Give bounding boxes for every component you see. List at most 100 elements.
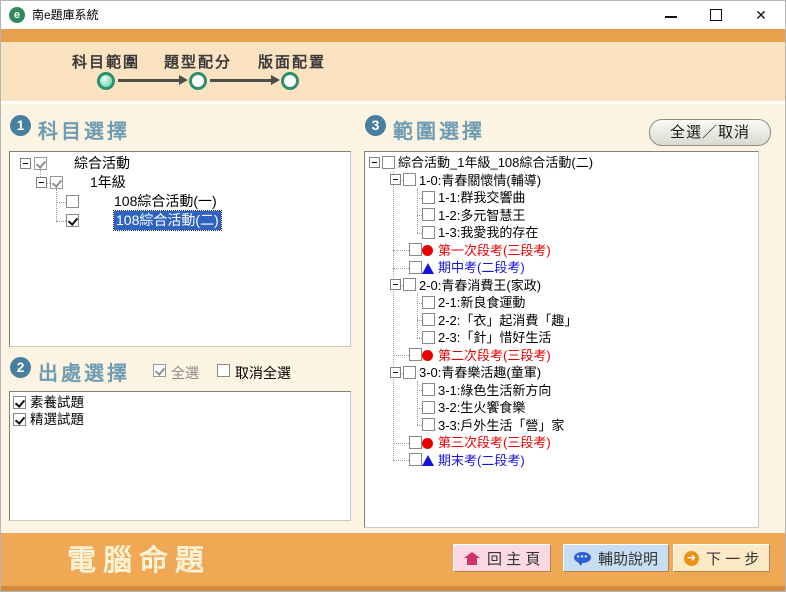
tree-row[interactable]: 綜合活動: [10, 154, 350, 173]
select-all-checkbox[interactable]: [153, 364, 166, 377]
list-item-label[interactable]: 素養試題: [30, 394, 84, 411]
tree-row[interactable]: 1-2:多元智慧王: [365, 207, 758, 225]
tree-checkbox[interactable]: [409, 436, 422, 449]
tree-item-label[interactable]: 1-0:青春關懷情(輔導): [419, 172, 541, 190]
expand-minus-box[interactable]: [390, 174, 401, 185]
tree-item-label[interactable]: 2-3:「針」惜好生活: [438, 329, 551, 347]
tree-item-label[interactable]: 3-2:生火饗食樂: [438, 399, 525, 417]
footer-bar: 電腦命題 回 主 頁 ••• 輔助說明 ➜ 下 一 步: [1, 533, 785, 586]
tree-item-label[interactable]: 108綜合活動(一): [114, 192, 217, 211]
tree-checkbox[interactable]: [422, 226, 435, 239]
tree-checkbox[interactable]: [409, 453, 422, 466]
help-button[interactable]: ••• 輔助說明: [563, 544, 669, 572]
list-item-checkbox[interactable]: [13, 396, 26, 409]
tree-item-label[interactable]: 綜合活動_1年級_108綜合活動(二): [398, 154, 593, 172]
list-item[interactable]: 精選試題: [10, 411, 350, 428]
tree-row[interactable]: 3-0:青春樂活趣(童軍): [365, 364, 758, 382]
select-all-toggle-button[interactable]: 全選／取消: [649, 119, 771, 146]
tree-item-label[interactable]: 期末考(二段考): [438, 452, 525, 470]
tree-row[interactable]: 2-1:新良食運動: [365, 294, 758, 312]
step-circle-2[interactable]: [189, 72, 207, 90]
tree-checkbox[interactable]: [50, 176, 63, 189]
close-button[interactable]: ✕: [744, 1, 778, 29]
tree-checkbox[interactable]: [382, 156, 395, 169]
tree-row[interactable]: 期中考(二段考): [365, 259, 758, 277]
tree-item-label[interactable]: 第二次段考(三段考): [438, 347, 551, 365]
tree-row[interactable]: 2-0:青春消費王(家政): [365, 277, 758, 295]
tree-checkbox[interactable]: [422, 401, 435, 414]
tree-item-label[interactable]: 3-1:綠色生活新方向: [438, 382, 551, 400]
wizard-steps-bar: 科目範圍 題型配分 版面配置: [1, 42, 785, 104]
tree-checkbox[interactable]: [403, 173, 416, 186]
tree-item-label[interactable]: 3-0:青春樂活趣(童軍): [419, 364, 541, 382]
exam-circle-icon: [422, 438, 433, 449]
step-circle-3[interactable]: [281, 72, 299, 90]
tree-row[interactable]: 綜合活動_1年級_108綜合活動(二): [365, 154, 758, 172]
tree-item-label[interactable]: 第一次段考(三段考): [438, 242, 551, 260]
speech-bubble-icon: •••: [574, 552, 591, 565]
help-button-label: 輔助說明: [598, 548, 658, 569]
minimize-button[interactable]: [654, 1, 688, 29]
tree-checkbox[interactable]: [403, 366, 416, 379]
home-button[interactable]: 回 主 頁: [453, 544, 551, 572]
tree-row[interactable]: 期末考(二段考): [365, 452, 758, 470]
select-all-label[interactable]: 全選: [171, 363, 199, 383]
tree-item-label[interactable]: 2-0:青春消費王(家政): [419, 277, 541, 295]
expand-minus-box[interactable]: [390, 367, 401, 378]
tree-checkbox[interactable]: [422, 418, 435, 431]
tree-row[interactable]: 第二次段考(三段考): [365, 347, 758, 365]
tree-row[interactable]: 3-3:戶外生活「營」家: [365, 417, 758, 435]
tree-item-label[interactable]: 1-2:多元智慧王: [438, 207, 525, 225]
tree-item-label[interactable]: 期中考(二段考): [438, 259, 525, 277]
tree-item-label[interactable]: 1-1:群我交響曲: [438, 189, 525, 207]
expand-minus-box[interactable]: [36, 177, 47, 188]
expand-minus-box[interactable]: [369, 157, 380, 168]
tree-checkbox[interactable]: [422, 331, 435, 344]
tree-row[interactable]: 3-2:生火饗食樂: [365, 399, 758, 417]
tree-checkbox[interactable]: [409, 348, 422, 361]
tree-row[interactable]: 第一次段考(三段考): [365, 242, 758, 260]
tree-checkbox[interactable]: [66, 214, 79, 227]
step-circle-1-active[interactable]: [97, 72, 115, 90]
tree-checkbox[interactable]: [422, 383, 435, 396]
tree-item-label[interactable]: 2-1:新良食運動: [438, 294, 525, 312]
tree-checkbox[interactable]: [34, 157, 47, 170]
exam-circle-icon: [422, 245, 433, 256]
tree-checkbox[interactable]: [422, 313, 435, 326]
tree-checkbox[interactable]: [422, 208, 435, 221]
tree-checkbox[interactable]: [422, 296, 435, 309]
deselect-all-checkbox[interactable]: [217, 364, 230, 377]
tree-item-label[interactable]: 3-3:戶外生活「營」家: [438, 417, 564, 435]
tree-checkbox[interactable]: [403, 278, 416, 291]
tree-item-label[interactable]: 1-3:我愛我的存在: [438, 224, 538, 242]
list-item[interactable]: 素養試題: [10, 394, 350, 411]
tree-item-label[interactable]: 1年級: [90, 173, 126, 192]
tree-row[interactable]: 1-0:青春關懷情(輔導): [365, 172, 758, 190]
tree-checkbox[interactable]: [66, 195, 79, 208]
tree-checkbox[interactable]: [409, 243, 422, 256]
tree-item-label[interactable]: 108綜合活動(二): [114, 211, 221, 230]
bottom-edge-strip: [1, 586, 785, 592]
tree-row[interactable]: 2-3:「針」惜好生活: [365, 329, 758, 347]
tree-checkbox[interactable]: [409, 261, 422, 274]
list-item-label[interactable]: 精選試題: [30, 411, 84, 428]
list-item-checkbox[interactable]: [13, 413, 26, 426]
tree-row[interactable]: 3-1:綠色生活新方向: [365, 382, 758, 400]
tree-row[interactable]: 第三次段考(三段考): [365, 434, 758, 452]
section-1-number: 1: [10, 115, 31, 136]
tree-row[interactable]: 2-2:「衣」起消費「趣」: [365, 312, 758, 330]
tree-row[interactable]: 1年級: [10, 173, 350, 192]
tree-row[interactable]: 108綜合活動(二): [10, 211, 350, 230]
expand-minus-box[interactable]: [20, 158, 31, 169]
tree-row[interactable]: 1-3:我愛我的存在: [365, 224, 758, 242]
tree-checkbox[interactable]: [422, 191, 435, 204]
tree-row[interactable]: 1-1:群我交響曲: [365, 189, 758, 207]
tree-row[interactable]: 108綜合活動(一): [10, 192, 350, 211]
expand-minus-box[interactable]: [390, 279, 401, 290]
tree-item-label[interactable]: 第三次段考(三段考): [438, 434, 551, 452]
tree-item-label[interactable]: 2-2:「衣」起消費「趣」: [438, 312, 577, 330]
next-step-button[interactable]: ➜ 下 一 步: [673, 544, 770, 572]
maximize-button[interactable]: [699, 1, 733, 29]
tree-item-label[interactable]: 綜合活動: [74, 154, 130, 173]
deselect-all-label[interactable]: 取消全選: [235, 363, 291, 383]
